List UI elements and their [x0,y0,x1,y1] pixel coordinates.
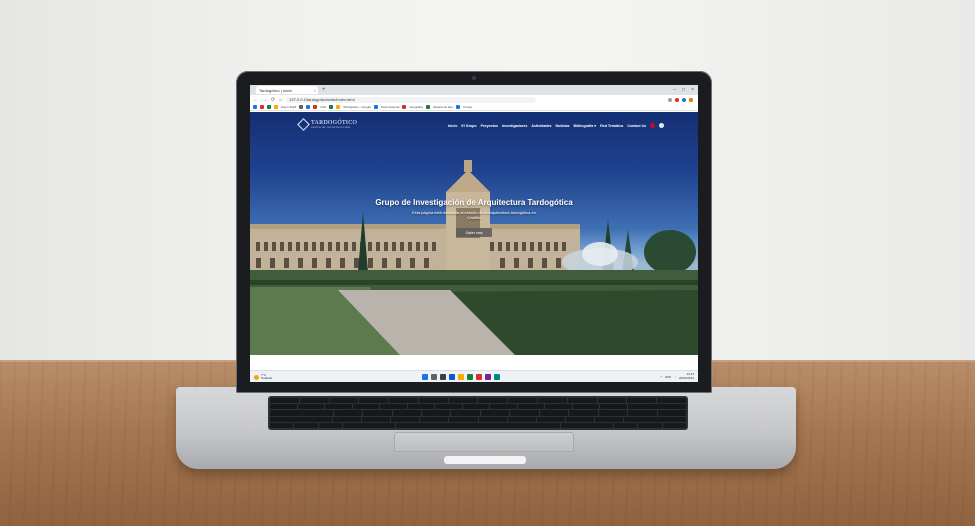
logo-subtitle: GRUPO DE INVESTIGACIÓN [311,126,351,129]
logo-icon [297,118,310,131]
browser-tab[interactable]: Tardogótico | Inicio × [256,86,318,94]
menu-item-contact[interactable]: Contact Us [627,124,646,128]
bookmark-icon[interactable] [306,105,311,109]
folder-icon[interactable] [458,374,464,380]
bookmark-icon[interactable] [274,105,278,109]
extension-icon[interactable] [668,97,672,102]
forward-arrow-icon[interactable]: → [262,97,267,103]
bookmark-link[interactable]: Geografía [409,105,422,109]
spanish-flag-icon[interactable] [650,123,656,128]
menu-item-bibliografia[interactable]: Bibliografía ▾ [574,124,597,128]
browser-address-bar: ← → ⟳ ⌂ 127.0.0.1/tardogotico/web/index.… [250,95,698,104]
bookmark-icon[interactable] [336,105,341,109]
bookmark-icon[interactable] [402,105,407,109]
bookmark-icon[interactable] [267,105,271,109]
url-field[interactable]: 127.0.0.1/tardogotico/web/index.html [286,96,537,103]
window-controls: – □ × [673,87,694,93]
language-indicator[interactable]: ESP [665,375,671,379]
scene: Tardogótico | Inicio × + – □ × ← → ⟳ ⌂ 1… [0,0,975,526]
hero-section: TARDOGÓTICO GRUPO DE INVESTIGACIÓN Inici… [250,112,698,355]
edge-icon[interactable] [449,374,455,380]
bookmark-icon[interactable] [425,105,430,109]
hero-subtitle-line: Castilla [467,215,481,220]
new-tab-icon[interactable]: + [322,87,326,93]
app-icon[interactable] [485,374,491,380]
laptop-screen: Tardogótico | Inicio × + – □ × ← → ⟳ ⌂ 1… [250,85,698,382]
clock-date: 20/02/2024 [678,375,694,380]
maximize-icon[interactable]: □ [682,87,685,93]
bookmark-icon[interactable] [374,105,378,109]
menu-item-proyectos[interactable]: Proyectos [481,124,498,128]
extension-icon[interactable] [675,97,679,102]
hero-title: Grupo de Investigación de Arquitectura T… [375,198,573,207]
site-logo[interactable]: TARDOGÓTICO GRUPO DE INVESTIGACIÓN [297,118,357,131]
site-navbar: TARDOGÓTICO GRUPO DE INVESTIGACIÓN Inici… [250,112,698,142]
laptop-front-notch [444,456,526,464]
menu-item-el-grupo[interactable]: El Grupo [461,124,476,128]
english-flag-icon[interactable] [659,123,665,128]
bookmark-link[interactable]: Historia de arte [433,105,453,109]
menu-item-red-tematica[interactable]: Red Temática [600,124,623,128]
home-icon[interactable]: ⌂ [279,97,282,103]
bookmark-icon[interactable] [456,105,461,109]
app-icon[interactable] [494,374,500,380]
webcam [472,76,476,80]
bookmark-link[interactable]: Correo [463,105,472,109]
clock[interactable]: 13:24 20/02/2024 [678,372,694,380]
bookmark-link[interactable]: Tesis doctoral [381,105,399,109]
hero-button[interactable]: Saber más [456,228,492,237]
bookmark-link[interactable]: Zoom 2024 [281,105,296,109]
store-icon[interactable] [467,374,473,380]
menu-item-noticias[interactable]: Noticias [556,124,570,128]
profile-avatar-icon[interactable] [689,97,693,102]
weather-desc: Nublado [261,376,273,380]
laptop-keyboard [268,396,688,430]
bookmark-icon[interactable] [299,105,304,109]
menu-item-investigadores[interactable]: Investigadores [502,124,527,128]
task-view-icon[interactable] [440,374,446,380]
tab-close-icon[interactable]: × [314,88,316,93]
hero-subtitle: Esta página está dedicada al estudio de … [250,210,698,220]
bookmark-icon[interactable] [313,105,318,109]
extension-icon[interactable] [682,97,686,102]
taskbar-apps [422,374,500,380]
extension-icons [668,97,693,102]
system-tray: ^ ESP ◔ 13:24 20/02/2024 [661,372,694,380]
browser-tab-title: Tardogótico | Inicio [259,87,293,93]
browser-tab-bar: Tardogótico | Inicio × + – □ × [250,85,698,95]
close-window-icon[interactable]: × [691,87,694,93]
laptop-lid: Tardogótico | Inicio × + – □ × ← → ⟳ ⌂ 1… [236,71,712,393]
bookmarks-bar: Zoom 2024 UVA Tardogótico - Google Tesis… [250,104,698,111]
windows-taskbar: 7°C Nublado ^ ESP ◔ 13:24 20/02/2024 [250,370,698,382]
reload-icon[interactable]: ⟳ [271,97,275,103]
start-icon[interactable] [422,374,428,380]
tray-chevron-icon[interactable]: ^ [661,375,662,379]
weather-widget[interactable]: 7°C Nublado [254,373,273,381]
bookmark-icon[interactable] [253,105,257,109]
bookmark-link[interactable]: UVA [320,105,326,109]
main-menu: Inicio El Grupo Proyectos Investigadores… [448,123,665,128]
chrome-icon[interactable] [476,374,482,380]
page-below-hero [250,355,698,370]
laptop-trackpad [394,432,574,452]
menu-item-inicio[interactable]: Inicio [448,124,457,128]
search-icon[interactable] [431,374,437,380]
bookmark-icon[interactable] [260,105,264,109]
bookmark-link[interactable]: Tardogótico - Google [343,105,371,109]
menu-item-actividades[interactable]: Actividades [531,124,551,128]
back-arrow-icon[interactable]: ← [253,97,258,103]
wifi-icon[interactable]: ◔ [674,375,676,379]
minimize-icon[interactable]: – [673,87,676,93]
sun-icon [254,374,259,380]
bookmark-icon[interactable] [329,105,334,109]
